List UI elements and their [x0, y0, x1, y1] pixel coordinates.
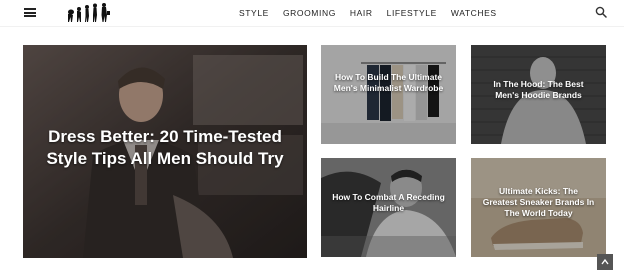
- hoodie-article-title[interactable]: In The Hood: The Best Men's Hoodie Brand…: [471, 79, 606, 101]
- article-card-hoodie[interactable]: In The Hood: The Best Men's Hoodie Brand…: [471, 45, 606, 144]
- hamburger-menu-icon[interactable]: [24, 8, 36, 17]
- main-nav: STYLE GROOMING HAIR LIFESTYLE WATCHES: [239, 7, 511, 19]
- sneakers-article-title[interactable]: Ultimate Kicks: The Greatest Sneaker Bra…: [471, 186, 606, 219]
- nav-item-grooming[interactable]: GROOMING: [283, 7, 336, 19]
- nav-item-style[interactable]: STYLE: [239, 7, 269, 19]
- wardrobe-article-title[interactable]: How To Build The Ultimate Men's Minimali…: [321, 72, 456, 94]
- article-card-sneakers[interactable]: Ultimate Kicks: The Greatest Sneaker Bra…: [471, 158, 606, 257]
- header-divider: [0, 26, 624, 27]
- wardrobe-image-overlay: [321, 45, 456, 144]
- evolution-silhouette-logo[interactable]: [66, 2, 112, 24]
- article-card-wardrobe[interactable]: How To Build The Ultimate Men's Minimali…: [321, 45, 456, 144]
- search-icon[interactable]: [595, 6, 607, 18]
- site-header: STYLE GROOMING HAIR LIFESTYLE WATCHES: [0, 0, 624, 26]
- feature-article-card[interactable]: Dress Better: 20 Time-Tested Style Tips …: [23, 45, 307, 258]
- nav-item-watches[interactable]: WATCHES: [451, 7, 497, 19]
- feature-article-title[interactable]: Dress Better: 20 Time-Tested Style Tips …: [23, 126, 307, 170]
- hairline-article-title[interactable]: How To Combat A Receding Hairline: [321, 192, 456, 214]
- nav-item-hair[interactable]: HAIR: [350, 7, 373, 19]
- nav-item-lifestyle[interactable]: LIFESTYLE: [387, 7, 437, 19]
- chevron-up-icon: [601, 258, 609, 265]
- article-card-hairline[interactable]: How To Combat A Receding Hairline: [321, 158, 456, 257]
- scroll-to-top-button[interactable]: [597, 254, 613, 270]
